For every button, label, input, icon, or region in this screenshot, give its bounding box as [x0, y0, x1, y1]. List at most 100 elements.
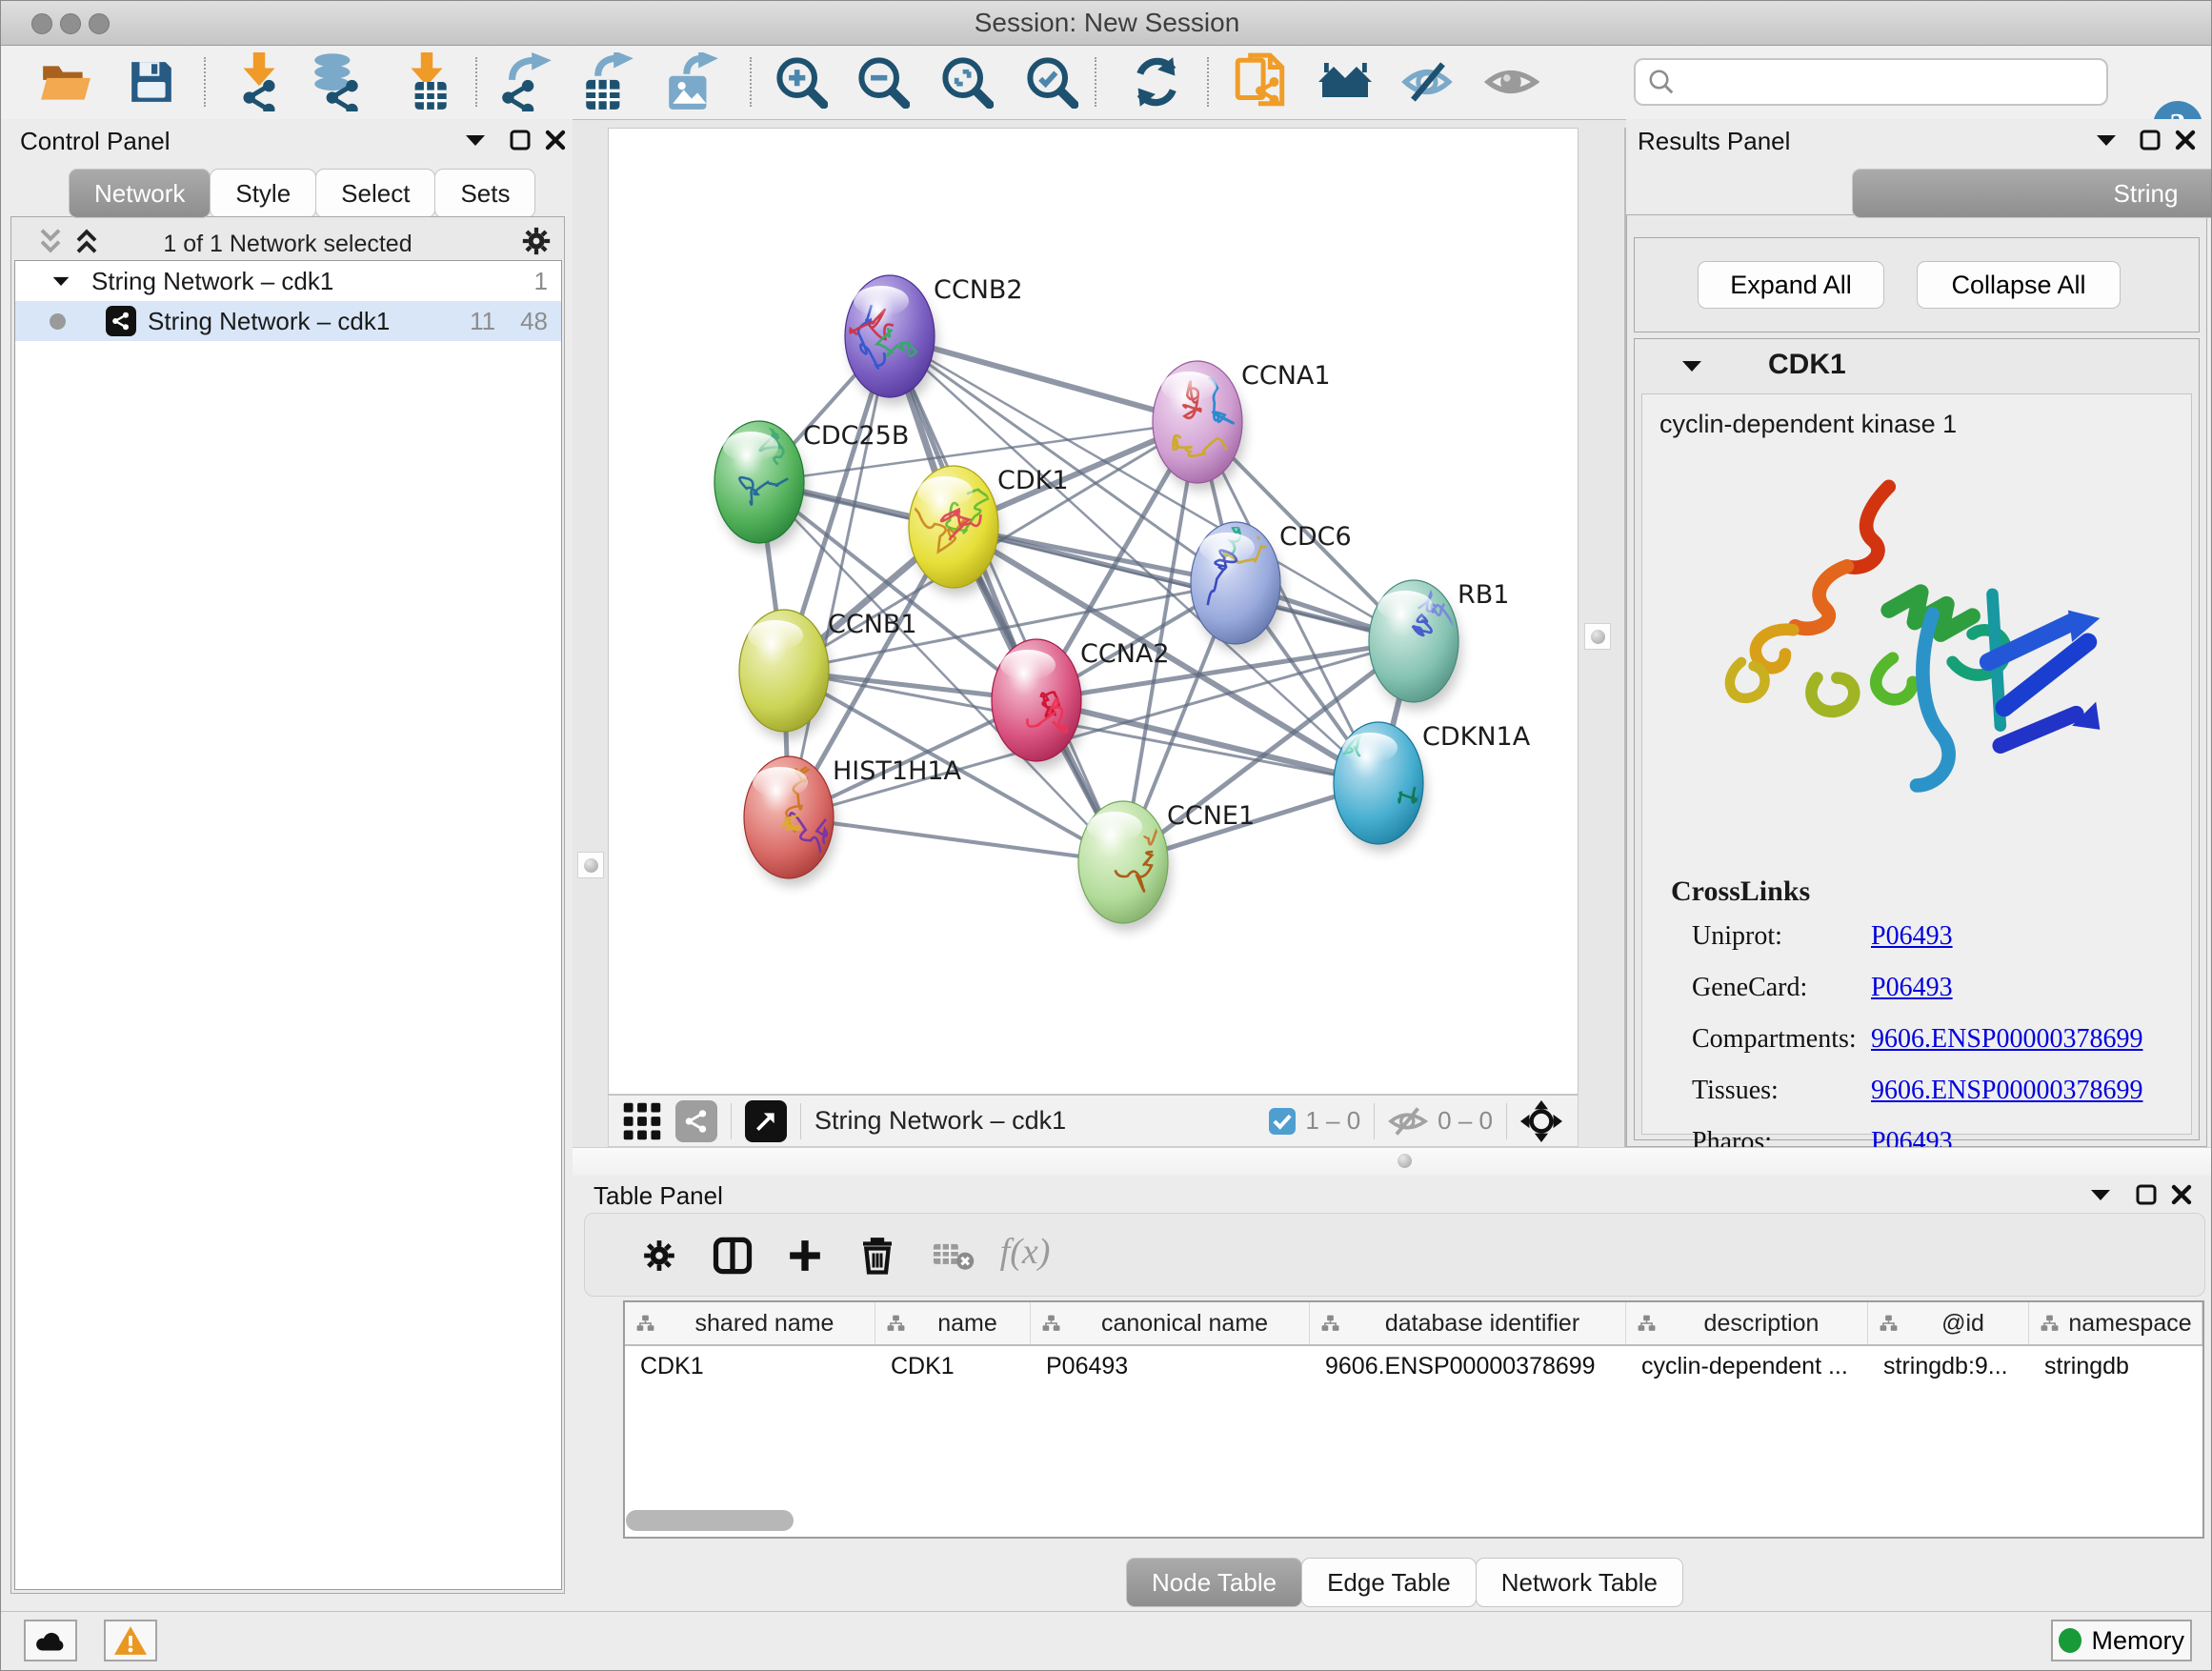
tree-expand-caret-icon[interactable]	[51, 274, 70, 288]
selected-checkbox-icon[interactable]	[1269, 1108, 1296, 1135]
network-row[interactable]: String Network – cdk11148	[15, 301, 561, 341]
table-horizontal-scrollbar[interactable]	[626, 1510, 2202, 1533]
import-network-database-button[interactable]	[311, 52, 366, 111]
collapse-all-button[interactable]: Collapse All	[1917, 261, 2121, 309]
network-panel-options-button[interactable]	[520, 225, 553, 257]
network-collection-row[interactable]: String Network – cdk11	[15, 261, 561, 301]
square-icon	[2139, 129, 2162, 151]
cell-description[interactable]: cyclin-dependent ...	[1626, 1353, 1868, 1380]
tab-style[interactable]: Style	[210, 169, 316, 218]
network-graph[interactable]: CCNB2CCNA1CDC25BCDK1CDC6RB1CCNB1CCNA2CDK…	[609, 129, 1578, 1094]
home-button[interactable]	[1317, 58, 1374, 106]
search-input[interactable]	[1676, 67, 2095, 98]
network-canvas[interactable]: CCNB2CCNA1CDC25BCDK1CDC6RB1CCNB1CCNA2CDK…	[608, 128, 1579, 1095]
show-graphics-details-button[interactable]	[1401, 58, 1457, 106]
right-split-handle[interactable]	[1584, 623, 1611, 650]
cell-name[interactable]: CDK1	[875, 1353, 1031, 1380]
zoom-fit-content-button[interactable]	[940, 55, 994, 109]
control-panel-close-button[interactable]	[544, 129, 567, 151]
control-panel-maximize-button[interactable]	[509, 129, 532, 151]
network-node-HIST1H1A[interactable]: HIST1H1A	[744, 756, 962, 886]
copy-document-button[interactable]	[1234, 52, 1287, 111]
eye-button[interactable]	[1484, 58, 1539, 106]
open-in-new-window-button[interactable]	[745, 1100, 787, 1142]
column-header-name[interactable]: name	[875, 1302, 1031, 1344]
export-table-button[interactable]	[581, 52, 634, 111]
network-node-CDC6[interactable]: CDC6	[1191, 510, 1352, 652]
node-table[interactable]: shared namenamecanonical namedatabase id…	[623, 1300, 2204, 1539]
warnings-button[interactable]	[104, 1620, 157, 1661]
horizontal-split-handle[interactable]	[1398, 1154, 1412, 1168]
right-split-divider[interactable]	[1579, 128, 1626, 1147]
table-row[interactable]: CDK1CDK1P064939606.ENSP00000378699cyclin…	[625, 1346, 2202, 1386]
cell-shared-name[interactable]: CDK1	[625, 1353, 875, 1380]
crosslink-link[interactable]: 9606.ENSP00000378699	[1871, 1076, 2142, 1106]
add-column-button[interactable]	[786, 1237, 824, 1275]
zoom-selected-button[interactable]	[1025, 55, 1078, 109]
crosslink-link[interactable]: 9606.ENSP00000378699	[1871, 1024, 2142, 1055]
delete-column-button[interactable]	[858, 1236, 896, 1276]
network-edge-HIST1H1A-CCNE1[interactable]	[789, 817, 1123, 862]
cell-database-identifier[interactable]: 9606.ENSP00000378699	[1310, 1353, 1626, 1380]
open-session-button[interactable]	[39, 58, 92, 106]
table-options-button[interactable]	[641, 1238, 677, 1274]
cell-@id[interactable]: stringdb:9...	[1868, 1353, 2029, 1380]
results-panel-close-button[interactable]	[2174, 129, 2197, 151]
table-panel-close-button[interactable]	[2170, 1183, 2193, 1206]
horizontal-split-divider[interactable]	[573, 1147, 2212, 1178]
results-panel-float-button[interactable]	[2095, 132, 2118, 148]
save-session-button[interactable]	[128, 58, 175, 106]
left-split-divider[interactable]	[573, 128, 608, 1147]
export-image-button[interactable]	[666, 52, 719, 111]
delete-table-button[interactable]	[932, 1239, 975, 1272]
import-table-file-button[interactable]	[400, 52, 453, 111]
tab-select[interactable]: Select	[315, 169, 435, 218]
function-builder-button[interactable]: f(x)	[1000, 1252, 1051, 1259]
network-node-RB1[interactable]: RB1	[1369, 580, 1509, 710]
network-node-CDK1[interactable]: CDK1	[909, 466, 1069, 595]
search-box[interactable]	[1634, 58, 2108, 106]
results-panel-maximize-button[interactable]	[2139, 129, 2162, 151]
scrollbar-thumb[interactable]	[626, 1510, 794, 1531]
tab-string[interactable]: String	[1852, 169, 2212, 218]
tab-network[interactable]: Network	[69, 169, 211, 218]
cell-canonical-name[interactable]: P06493	[1031, 1353, 1310, 1380]
tab-sets[interactable]: Sets	[434, 169, 535, 218]
left-split-handle[interactable]	[577, 852, 604, 878]
crosslink-link[interactable]: P06493	[1871, 973, 1953, 1003]
tab-edge-table[interactable]: Edge Table	[1301, 1558, 1477, 1607]
network-node-CCNB2[interactable]: CCNB2	[845, 275, 1023, 405]
import-network-file-button[interactable]	[232, 52, 286, 111]
network-node-CDKN1A[interactable]: CDKN1A	[1321, 722, 1531, 852]
table-panel-maximize-button[interactable]	[2135, 1183, 2158, 1206]
column-header-shared-name[interactable]: shared name	[625, 1302, 875, 1344]
network-edge-CCNB2-HIST1H1A[interactable]	[789, 336, 890, 817]
expand-all-button[interactable]: Expand All	[1698, 261, 1884, 309]
network-node-CCNB1[interactable]: CCNB1	[739, 610, 917, 739]
column-header-namespace[interactable]: namespace	[2029, 1302, 2202, 1344]
grid-view-button[interactable]	[622, 1101, 662, 1141]
cloud-status-button[interactable]	[24, 1620, 77, 1661]
zoom-out-button[interactable]	[856, 55, 910, 109]
column-header-description[interactable]: description	[1626, 1302, 1868, 1344]
apply-layout-button[interactable]	[1130, 55, 1183, 109]
cell-namespace[interactable]: stringdb	[2029, 1353, 2202, 1380]
column-header-canonical-name[interactable]: canonical name	[1031, 1302, 1310, 1344]
birds-eye-view-button[interactable]	[1520, 1100, 1562, 1142]
network-share-view-button[interactable]	[675, 1100, 717, 1142]
control-panel-float-button[interactable]	[464, 132, 487, 148]
column-header-@id[interactable]: @id	[1868, 1302, 2029, 1344]
tab-node-table[interactable]: Node Table	[1126, 1558, 1302, 1607]
tab-network-table[interactable]: Network Table	[1476, 1558, 1683, 1607]
show-columns-button[interactable]	[713, 1236, 753, 1276]
export-network-button[interactable]	[499, 52, 553, 111]
network-node-CCNE1[interactable]: CCNE1	[1078, 785, 1255, 931]
crosslink-link[interactable]: P06493	[1871, 921, 1953, 952]
memory-status-button[interactable]: Memory	[2051, 1620, 2192, 1661]
gene-collapse-button[interactable]	[1680, 358, 1703, 373]
zoom-in-button[interactable]	[774, 55, 828, 109]
column-header-database-identifier[interactable]: database identifier	[1310, 1302, 1626, 1344]
network-node-CDC25B[interactable]: CDC25B	[714, 421, 909, 551]
table-panel-float-button[interactable]	[2089, 1187, 2112, 1202]
network-node-CCNA1[interactable]: CCNA1	[1153, 361, 1331, 491]
